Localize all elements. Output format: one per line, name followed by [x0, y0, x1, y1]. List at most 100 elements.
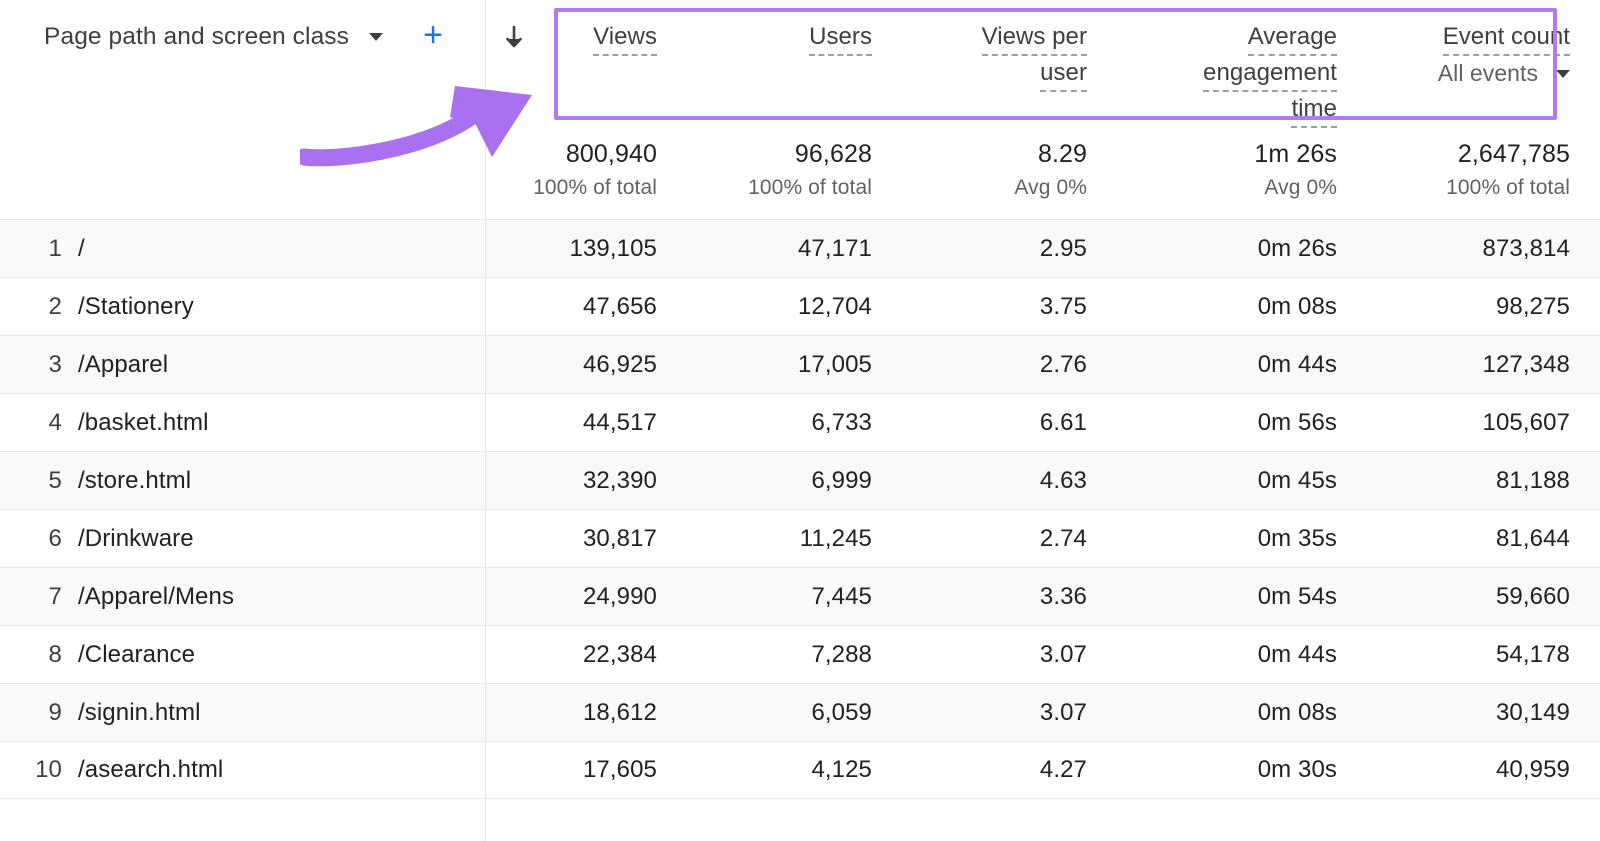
cell-page-path[interactable]: /asearch.html	[78, 756, 485, 784]
table-row[interactable]: 6/Drinkware30,81711,2452.740m 35s81,644	[0, 509, 1600, 567]
table-row[interactable]: 9/signin.html18,6126,0593.070m 08s30,149	[0, 683, 1600, 741]
cell-average-engagement-time: 0m 08s	[1115, 293, 1365, 321]
total-sublabel: 100% of total	[533, 173, 657, 203]
cell-event-count: 105,607	[1365, 409, 1600, 437]
cell-views: 22,384	[485, 641, 685, 669]
table-body: 1/139,10547,1712.950m 26s873,8142/Statio…	[0, 219, 1600, 799]
metric-title-line: Views per	[982, 20, 1087, 56]
table-row[interactable]: 4/basket.html44,5176,7336.610m 56s105,60…	[0, 393, 1600, 451]
total-sublabel: 100% of total	[1446, 173, 1570, 203]
cell-event-count: 127,348	[1365, 351, 1600, 379]
cell-average-engagement-time: 0m 56s	[1115, 409, 1365, 437]
cell-views-per-user: 3.75	[900, 293, 1115, 321]
dimension-selector[interactable]: Page path and screen class	[0, 14, 485, 60]
total-sublabel: Avg 0%	[1014, 173, 1087, 203]
cell-page-path[interactable]: /Stationery	[78, 293, 485, 321]
cell-views: 44,517	[485, 409, 685, 437]
cell-event-count: 81,188	[1365, 467, 1600, 495]
table-row[interactable]: 7/Apparel/Mens24,9907,4453.360m 54s59,66…	[0, 567, 1600, 625]
total-event-count: 2,647,785 100% of total	[1365, 128, 1600, 210]
cell-rank: 7	[0, 583, 78, 611]
cell-users: 12,704	[685, 293, 900, 321]
cell-rank: 2	[0, 293, 78, 321]
metric-header-views-title: Views	[593, 20, 657, 56]
cell-page-path[interactable]: /basket.html	[78, 409, 485, 437]
cell-views: 24,990	[485, 583, 685, 611]
cell-event-count: 59,660	[1365, 583, 1600, 611]
table-row[interactable]: 3/Apparel46,92517,0052.760m 44s127,348	[0, 335, 1600, 393]
cell-views: 47,656	[485, 293, 685, 321]
total-value: 96,628	[795, 138, 872, 170]
cell-views: 17,605	[485, 756, 685, 784]
cell-average-engagement-time: 0m 44s	[1115, 351, 1365, 379]
cell-event-count: 54,178	[1365, 641, 1600, 669]
cell-views: 32,390	[485, 467, 685, 495]
cell-rank: 3	[0, 351, 78, 379]
cell-users: 4,125	[685, 756, 900, 784]
metric-header-views[interactable]: Views	[485, 8, 685, 120]
cell-average-engagement-time: 0m 26s	[1115, 235, 1365, 263]
totals-row: 800,940 100% of total 96,628 100% of tot…	[485, 128, 1600, 210]
metric-header-views-per-user[interactable]: Views per user	[900, 8, 1115, 120]
cell-event-count: 30,149	[1365, 699, 1600, 727]
table-row[interactable]: 10/asearch.html17,6054,1254.270m 30s40,9…	[0, 741, 1600, 799]
cell-rank: 8	[0, 641, 78, 669]
column-divider	[485, 0, 486, 841]
cell-page-path[interactable]: /Drinkware	[78, 525, 485, 553]
event-filter-dropdown[interactable]: All events	[1438, 60, 1570, 87]
table-row[interactable]: 2/Stationery47,65612,7043.750m 08s98,275	[0, 277, 1600, 335]
metric-header-event-count[interactable]: Event count All events	[1365, 8, 1600, 120]
cell-rank: 5	[0, 467, 78, 495]
event-filter-label: All events	[1438, 60, 1538, 87]
total-sublabel: Avg 0%	[1264, 173, 1337, 203]
table-row[interactable]: 1/139,10547,1712.950m 26s873,814	[0, 219, 1600, 277]
table-row[interactable]: 8/Clearance22,3847,2883.070m 44s54,178	[0, 625, 1600, 683]
sort-descending-arrow-icon	[503, 25, 525, 51]
table-row[interactable]: 5/store.html32,3906,9994.630m 45s81,188	[0, 451, 1600, 509]
cell-users: 6,733	[685, 409, 900, 437]
metric-title-line: Users	[809, 20, 872, 56]
cell-views: 46,925	[485, 351, 685, 379]
cell-users: 7,445	[685, 583, 900, 611]
cell-page-path[interactable]: /store.html	[78, 467, 485, 495]
cell-views-per-user: 2.76	[900, 351, 1115, 379]
cell-average-engagement-time: 0m 35s	[1115, 525, 1365, 553]
cell-views-per-user: 6.61	[900, 409, 1115, 437]
metric-title-line: engagement	[1203, 56, 1337, 92]
cell-views-per-user: 3.07	[900, 641, 1115, 669]
cell-views-per-user: 4.27	[900, 756, 1115, 784]
cell-views: 30,817	[485, 525, 685, 553]
cell-users: 17,005	[685, 351, 900, 379]
cell-users: 7,288	[685, 641, 900, 669]
cell-views-per-user: 3.07	[900, 699, 1115, 727]
metric-header-average-engagement-time[interactable]: Average engagement time	[1115, 8, 1365, 120]
cell-users: 6,059	[685, 699, 900, 727]
metric-header-average-engagement-time-title: Average engagement time	[1203, 20, 1337, 128]
plus-icon[interactable]: +	[415, 18, 451, 54]
cell-views-per-user: 2.74	[900, 525, 1115, 553]
metric-title-line: user	[1040, 56, 1087, 92]
cell-average-engagement-time: 0m 54s	[1115, 583, 1365, 611]
metric-header-views-per-user-title: Views per user	[982, 20, 1087, 92]
analytics-table-screenshot: Page path and screen class + Views Users	[0, 0, 1600, 841]
cell-page-path[interactable]: /signin.html	[78, 699, 485, 727]
total-sublabel: 100% of total	[748, 173, 872, 203]
total-value: 800,940	[566, 138, 657, 170]
metric-header-users[interactable]: Users	[685, 8, 900, 120]
cell-page-path[interactable]: /Apparel/Mens	[78, 583, 485, 611]
cell-event-count: 873,814	[1365, 235, 1600, 263]
cell-users: 6,999	[685, 467, 900, 495]
cell-rank: 1	[0, 235, 78, 263]
metric-title-line: time	[1291, 92, 1337, 128]
cell-page-path[interactable]: /Apparel	[78, 351, 485, 379]
cell-views-per-user: 2.95	[900, 235, 1115, 263]
metric-header-users-title: Users	[809, 20, 872, 56]
metric-header-event-count-title: Event count	[1443, 20, 1570, 56]
cell-views-per-user: 3.36	[900, 583, 1115, 611]
cell-page-path[interactable]: /Clearance	[78, 641, 485, 669]
total-views-per-user: 8.29 Avg 0%	[900, 128, 1115, 210]
cell-page-path[interactable]: /	[78, 235, 485, 263]
metric-title-line: Views	[593, 20, 657, 56]
total-average-engagement-time: 1m 26s Avg 0%	[1115, 128, 1365, 210]
cell-event-count: 40,959	[1365, 756, 1600, 784]
